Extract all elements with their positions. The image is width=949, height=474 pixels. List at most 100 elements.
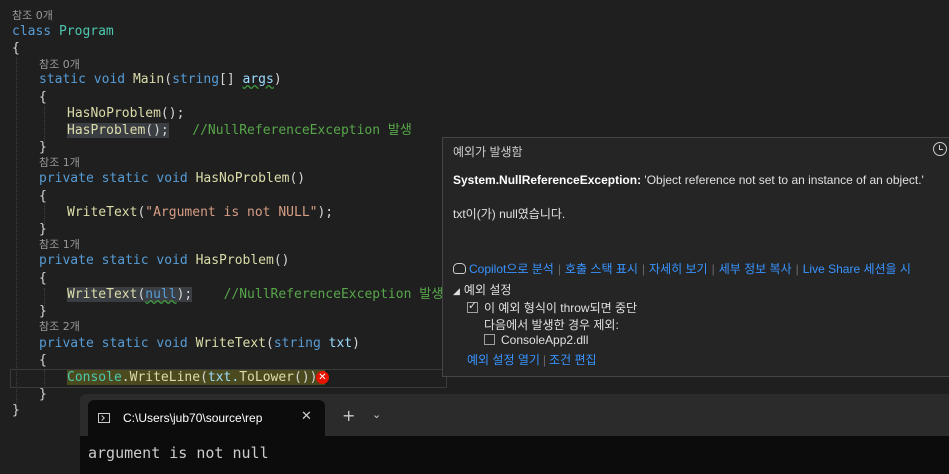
punct: ();	[160, 106, 185, 121]
module-exception-option[interactable]: ConsoleApp2.dll	[484, 333, 588, 347]
indent-guide	[44, 107, 45, 143]
code-line-brace: }	[12, 402, 20, 419]
method-call: HasNoProblem	[67, 106, 161, 121]
codelens-references[interactable]: 참조 1개	[39, 236, 80, 253]
code-line-brace: {	[39, 89, 47, 106]
terminal-icon	[98, 413, 110, 423]
codelens-references[interactable]: 참조 0개	[12, 7, 53, 24]
collapse-triangle-icon[interactable]: ◢	[453, 286, 460, 296]
link-show-call-stack[interactable]: 호출 스택 표시	[565, 262, 638, 276]
keyword: private	[39, 253, 94, 268]
brace: }	[12, 403, 20, 418]
code-line-class: class Program	[12, 23, 114, 40]
method-call: WriteText	[67, 205, 138, 220]
break-when-thrown-option[interactable]: 이 예외 형식이 throw되면 중단	[467, 299, 637, 316]
keyword: static	[101, 336, 149, 351]
parameter: args	[242, 72, 274, 87]
except-when-label: 다음에서 발생한 경우 제외:	[484, 318, 619, 332]
exception-helper-popup: 예외가 발생함 System.NullReferenceException: '…	[442, 137, 949, 377]
method-name: Main	[132, 72, 165, 87]
keyword: void	[156, 171, 188, 186]
separator: |	[557, 262, 561, 276]
punct: );	[317, 205, 334, 220]
separator: |	[795, 262, 799, 276]
method-call: HasProblem	[67, 123, 146, 138]
punct: ();	[145, 123, 169, 138]
separator: |	[641, 262, 646, 276]
parameter: txt	[328, 336, 353, 351]
terminal-output: argument is not null	[88, 444, 269, 462]
punct: )	[352, 336, 360, 351]
link-copilot-analyze[interactable]: Copilot으로 분석	[469, 262, 554, 276]
module-label: ConsoleApp2.dll	[501, 333, 589, 347]
code-line-call: WriteText("Argument is not NULL");	[67, 205, 334, 220]
keyword: null	[145, 287, 177, 302]
method-call: ToLower	[239, 370, 295, 385]
brace: {	[39, 271, 47, 286]
keyword: static	[39, 72, 86, 87]
copilot-icon	[453, 263, 466, 274]
link-view-details[interactable]: 자세히 보기	[649, 262, 708, 276]
code-line-method: private static void WriteText(string txt…	[39, 336, 360, 351]
method-call: WriteText	[67, 287, 138, 302]
popup-action-links: Copilot으로 분석 | 호출 스택 표시 | 자세히 보기 | 세부 정보 복사 | Li…	[453, 260, 911, 277]
comment: //NullReferenceException 발생	[223, 287, 444, 302]
code-line-brace: {	[12, 40, 20, 57]
keyword: private	[39, 171, 94, 186]
class-name: Console	[67, 370, 122, 385]
code-line-call: HasNoProblem();	[67, 105, 184, 122]
terminal-tab-title: C:\Users\jub70\source\rep	[123, 411, 263, 425]
method-call: WriteLine	[129, 370, 201, 385]
codelens-references[interactable]: 참조 1개	[39, 154, 80, 171]
settings-links: 예외 설정 열기 | 조건 편집	[467, 351, 597, 368]
code-line-main: static void Main(string[] args)	[39, 71, 282, 88]
terminal-window[interactable]: C:\Users\jub70\source\rep ✕ + ⌄ argument…	[80, 394, 949, 474]
method-name: HasNoProblem	[195, 171, 290, 186]
exception-settings-header[interactable]: ◢ 예외 설정	[453, 281, 511, 298]
code-line-call: HasProblem(); //NullReferenceException 발…	[67, 122, 412, 139]
punct: (	[164, 72, 173, 87]
brace: {	[39, 189, 47, 204]
brace: }	[39, 140, 47, 155]
separator: |	[711, 262, 715, 276]
exception-detail: txt이(가) null였습니다.	[453, 207, 566, 221]
history-icon[interactable]	[933, 142, 947, 156]
parameter: txt.	[207, 370, 240, 385]
comment: //NullReferenceException 발생	[192, 123, 412, 138]
brace: {	[39, 90, 47, 105]
link-copy-details[interactable]: 세부 정보 복사	[719, 262, 792, 276]
code-line-method: private static void HasNoProblem()	[39, 170, 305, 187]
link-open-exception-settings[interactable]: 예외 설정 열기	[467, 353, 540, 367]
keyword: private	[39, 336, 94, 351]
link-live-share[interactable]: Live Share 세션을 시	[803, 262, 911, 276]
terminal-tab[interactable]: C:\Users\jub70\source\rep ✕	[88, 400, 325, 436]
method-name: HasProblem	[195, 253, 274, 268]
terminal-tab-bar: C:\Users\jub70\source\rep ✕ + ⌄	[80, 394, 949, 436]
class-name: Program	[58, 24, 114, 39]
keyword: void	[156, 336, 188, 351]
brace: }	[39, 304, 47, 319]
keyword: void	[156, 253, 188, 268]
string-literal: "Argument is not NULL"	[145, 205, 318, 220]
chevron-down-icon[interactable]: ⌄	[372, 408, 381, 421]
separator: |	[542, 353, 547, 367]
brace: {	[12, 41, 20, 56]
module-checkbox[interactable]	[484, 334, 495, 345]
close-tab-button[interactable]: ✕	[301, 409, 312, 424]
new-tab-button[interactable]: +	[342, 406, 355, 425]
codelens-references[interactable]: 참조 2개	[39, 318, 80, 335]
brace: }	[39, 387, 47, 402]
keyword: static	[101, 171, 149, 186]
punct: []	[219, 72, 243, 87]
brace: }	[39, 222, 47, 237]
link-edit-conditions[interactable]: 조건 편집	[549, 353, 597, 367]
error-icon[interactable]: ✕	[316, 371, 329, 384]
exception-text: 'Object reference not set to an instance…	[644, 173, 924, 187]
code-line-call: WriteText(null); //NullReferenceExceptio…	[67, 287, 444, 302]
punct: );	[176, 287, 193, 302]
break-when-thrown-checkbox[interactable]	[467, 299, 478, 313]
code-line-error: Console.WriteLine(txt.ToLower());	[67, 370, 326, 385]
punct: ()	[273, 253, 290, 268]
punct: ()	[289, 171, 306, 186]
code-line-method: private static void HasProblem()	[39, 252, 290, 269]
